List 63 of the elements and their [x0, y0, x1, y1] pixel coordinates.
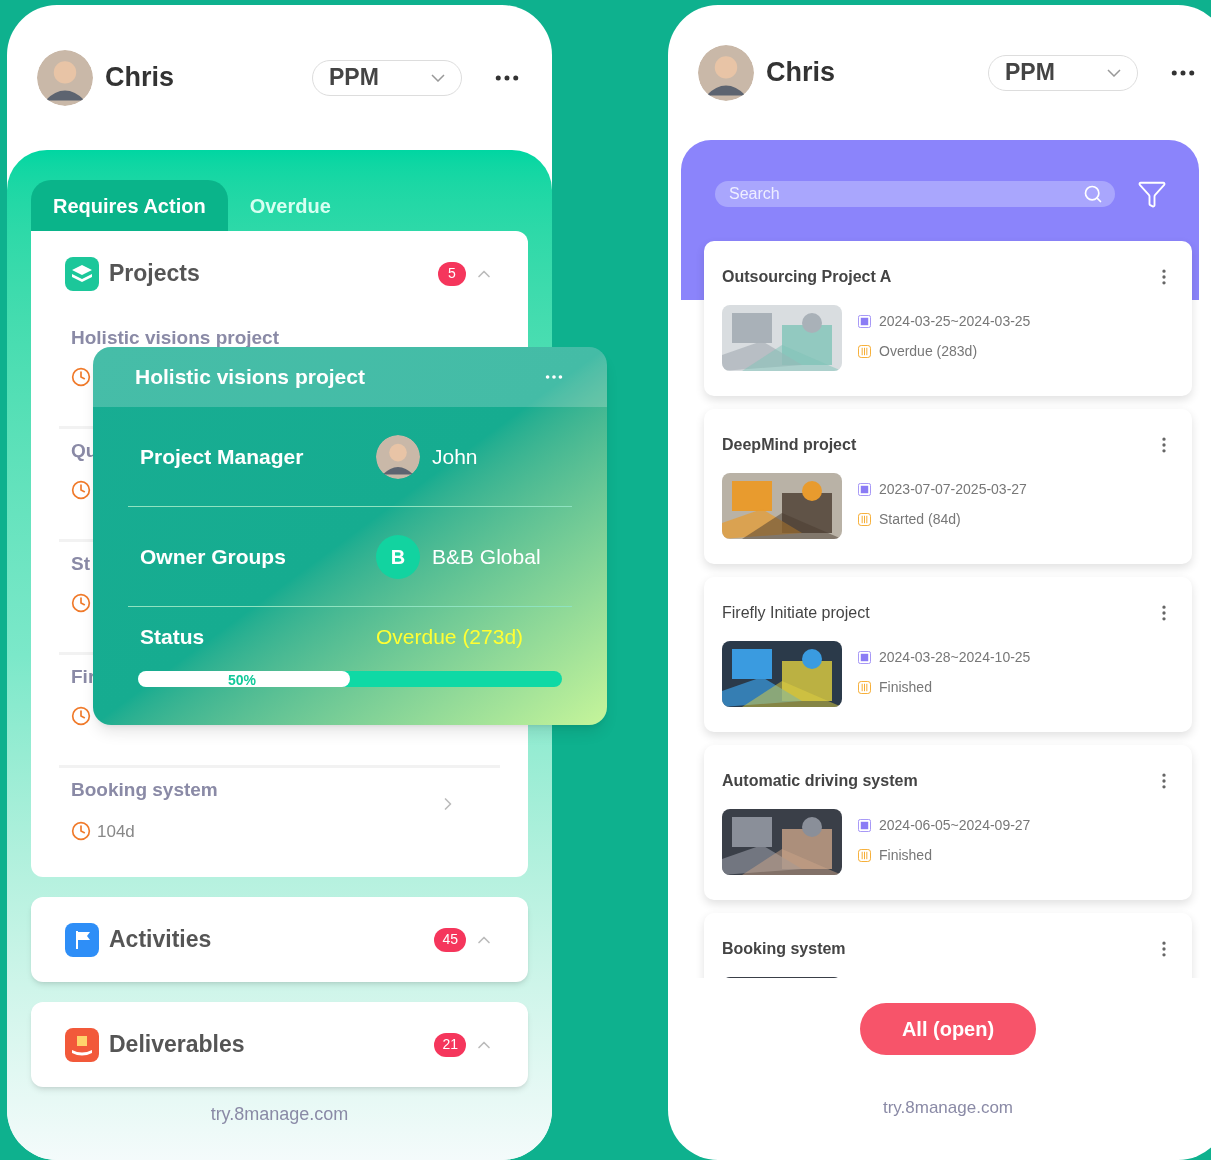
section-title: Activities	[109, 925, 212, 955]
flag-icon	[65, 922, 99, 957]
clock-icon	[71, 821, 91, 842]
popup-title: Holistic visions project	[135, 364, 365, 391]
calendar-icon	[858, 483, 871, 496]
project-status: Overdue (283d)	[879, 342, 978, 361]
count-badge: 21	[434, 1032, 466, 1057]
clock-icon	[71, 479, 91, 500]
calendar-icon	[858, 819, 871, 832]
clock-icon	[71, 592, 91, 613]
date-range: 2023-07-07-2025-03-27	[879, 480, 1027, 499]
group-initial: B	[376, 534, 420, 579]
date-range: 2024-03-25~2024-03-25	[879, 312, 1031, 331]
avatar	[37, 49, 93, 106]
calendar-icon	[858, 315, 871, 328]
count-badge: 5	[438, 261, 466, 286]
caret-icon	[431, 73, 445, 82]
stack-icon	[65, 256, 99, 291]
count-badge: 45	[434, 927, 466, 952]
search-field[interactable]: Search	[715, 181, 1115, 207]
box-icon	[65, 1027, 99, 1062]
project-status: Started (84d)	[879, 510, 961, 529]
user-name: Chris	[766, 56, 836, 90]
project-card[interactable]: Booking system	[704, 913, 1192, 978]
clock-icon	[71, 705, 91, 726]
project-card[interactable]: Automatic driving system 2024-06-05~2024-09-27 Finished	[704, 745, 1192, 900]
project-name: Automatic driving system	[722, 771, 918, 791]
field-label: Project Manager	[140, 443, 305, 470]
status-icon	[858, 681, 871, 694]
project-name: DeepMind project	[722, 435, 857, 455]
field-value: B&B Global	[432, 543, 541, 570]
caret-icon	[1107, 68, 1121, 77]
progress-reading: 50%	[228, 671, 257, 689]
section-title: Deliverables	[109, 1030, 245, 1060]
section-title: Projects	[109, 259, 200, 289]
status-icon	[858, 513, 871, 526]
status-icon	[858, 849, 871, 862]
project-card[interactable]: Outsourcing Project A 2024-03-25~2024-03-25 Overdue (283d)	[704, 241, 1192, 396]
project-card[interactable]: Firefly Initiate project 2024-03-28~2024-10-25 Finished	[704, 577, 1192, 732]
duration: 104d	[97, 820, 135, 843]
field-value: Overdue (273d)	[376, 624, 524, 651]
calendar-icon	[858, 651, 871, 664]
status-icon	[858, 345, 871, 358]
project-status: Finished	[879, 846, 932, 865]
field-value: John	[432, 443, 478, 470]
project-name: Fir	[71, 665, 96, 689]
project-card[interactable]: DeepMind project 2023-07-07-2025-03-27 Started (84d)	[704, 409, 1192, 564]
avatar	[698, 44, 754, 101]
project-name: Holistic visions project	[71, 326, 279, 350]
field-label: Owner Groups	[140, 543, 287, 570]
project-name: St	[71, 552, 90, 576]
field-label: Status	[140, 624, 206, 651]
project-name: Booking system	[71, 778, 218, 802]
avatar	[376, 434, 420, 479]
user-name: Chris	[105, 61, 175, 95]
project-status: Finished	[879, 678, 932, 697]
project-name: Booking system	[722, 939, 846, 959]
date-range: 2024-03-28~2024-10-25	[879, 648, 1031, 667]
project-name: Firefly Initiate project	[722, 603, 870, 623]
date-range: 2024-06-05~2024-09-27	[879, 816, 1031, 835]
project-name: Outsourcing Project A	[722, 267, 892, 287]
clock-icon	[71, 366, 91, 387]
filter-icon[interactable]	[1137, 179, 1167, 209]
